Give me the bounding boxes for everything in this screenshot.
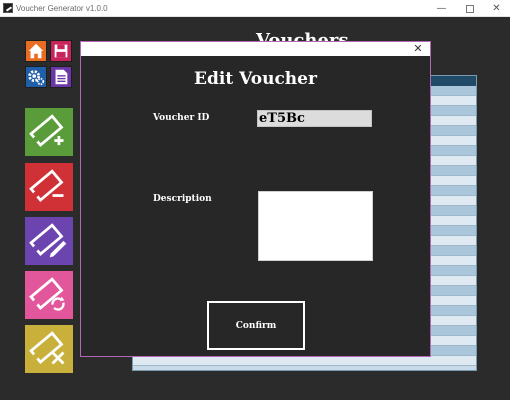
delete-voucher-button[interactable] [25,325,73,373]
add-voucher-button[interactable] [25,108,73,156]
settings-button[interactable] [25,66,47,88]
voucher-id-field[interactable]: eT5Bc [257,110,372,127]
window-titlebar: Voucher Generator v1.0.0 — ✕ [0,0,510,17]
description-field[interactable] [258,191,373,261]
edit-voucher-button[interactable] [25,217,73,265]
dialog-title: Edit Voucher [194,69,317,89]
dialog-titlebar: ✕ [81,42,430,56]
minimize-button[interactable]: — [428,0,455,17]
voucher-id-label: Voucher ID [153,113,210,123]
refresh-voucher-button[interactable] [25,271,73,319]
document-icon [55,69,68,85]
home-icon [28,43,44,59]
refresh-voucher-icon [29,277,65,311]
table-row[interactable] [133,356,476,366]
edit-voucher-dialog: ✕ Edit Voucher Voucher ID eT5Bc Descript… [80,41,431,357]
settings-icon [28,70,45,86]
home-button[interactable] [25,40,47,62]
document-button[interactable] [50,66,72,88]
window-close-button[interactable]: ✕ [483,0,510,17]
edit-voucher-icon [29,223,67,258]
remove-voucher-button[interactable] [25,163,73,211]
description-label: Description [153,194,212,204]
confirm-button[interactable]: Confirm [207,301,305,350]
window-title: Voucher Generator v1.0.0 [16,4,108,13]
delete-voucher-icon [29,331,65,365]
save-icon [54,44,68,58]
app-logo-icon [3,3,13,13]
save-button[interactable] [50,40,72,62]
remove-voucher-icon [29,169,64,202]
maximize-button[interactable] [456,0,483,17]
add-voucher-icon [29,114,64,147]
maximize-icon [465,4,474,13]
dialog-close-button[interactable]: ✕ [412,42,424,56]
